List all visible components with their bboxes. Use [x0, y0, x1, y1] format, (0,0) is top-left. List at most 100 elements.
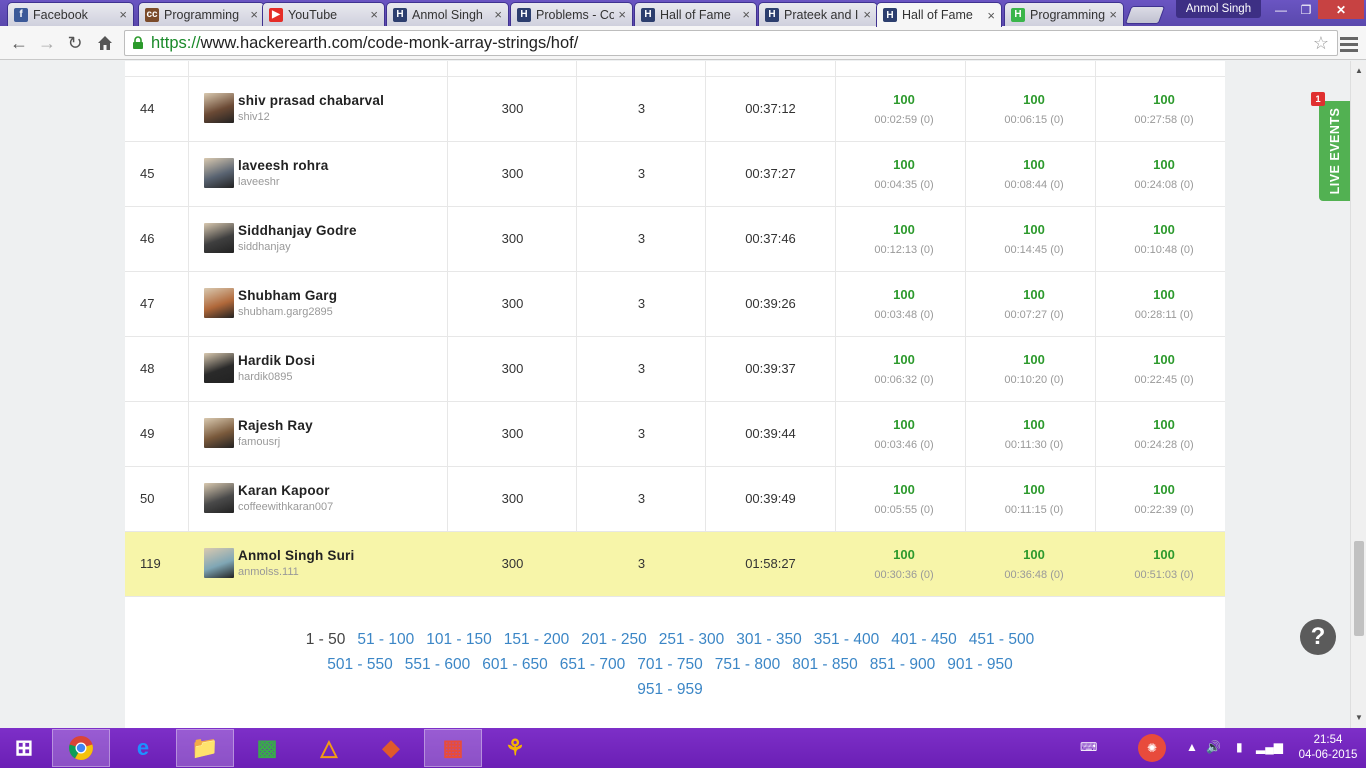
page-link[interactable]: 351 - 400	[814, 631, 880, 648]
problem-score: 100	[893, 482, 915, 497]
page-link[interactable]: 101 - 150	[426, 631, 492, 648]
page-link[interactable]: 901 - 950	[947, 656, 1013, 673]
avatar[interactable]	[204, 223, 234, 253]
tab-9[interactable]: H Programming ×	[1004, 2, 1124, 26]
tab-3[interactable]: ▶ YouTube ×	[262, 2, 385, 26]
tab-7[interactable]: H Prateek and I ×	[758, 2, 878, 26]
tab-label: Hall of Fame	[660, 7, 731, 22]
home-button[interactable]	[92, 30, 118, 56]
page-link[interactable]: 801 - 850	[792, 656, 858, 673]
help-button[interactable]: ?	[1300, 619, 1336, 655]
page-link[interactable]: 51 - 100	[357, 631, 414, 648]
user-handle: siddhanjay	[238, 241, 291, 253]
page-link[interactable]: 151 - 200	[504, 631, 570, 648]
rank-cell: 49	[140, 426, 155, 441]
close-tab-icon[interactable]: ×	[742, 7, 750, 22]
problem-time: 00:03:48 (0)	[874, 309, 934, 321]
close-tab-icon[interactable]: ×	[1109, 7, 1117, 22]
page-link[interactable]: 301 - 350	[736, 631, 802, 648]
total-time-cell: 00:37:12	[745, 101, 796, 116]
home-icon	[98, 36, 112, 50]
close-tab-icon[interactable]: ×	[618, 7, 626, 22]
battery-icon[interactable]: ▮	[1236, 740, 1243, 754]
user-name-link[interactable]: Hardik Dosi	[238, 353, 315, 368]
vlc-icon[interactable]: △	[300, 729, 358, 767]
close-tab-icon[interactable]: ×	[370, 7, 378, 22]
scroll-up-arrow-icon[interactable]: ▲	[1355, 66, 1363, 75]
tray-app-icon[interactable]: ✺	[1138, 734, 1166, 762]
page-link[interactable]: 751 - 800	[715, 656, 781, 673]
tab-2[interactable]: cc Programming ×	[138, 2, 265, 26]
avatar[interactable]	[204, 353, 234, 383]
file-explorer-icon[interactable]: 📁	[176, 729, 234, 767]
git-icon[interactable]: ◆	[362, 729, 420, 767]
tab-5[interactable]: H Problems - Co ×	[510, 2, 633, 26]
page-link[interactable]: 401 - 450	[891, 631, 957, 648]
close-window-button[interactable]: ✕	[1318, 0, 1364, 19]
user-name-link[interactable]: Anmol Singh Suri	[238, 548, 354, 563]
close-tab-icon[interactable]: ×	[119, 7, 127, 22]
address-bar[interactable]: https://www.hackerearth.com/code-monk-ar…	[124, 30, 1338, 56]
windows-start-icon[interactable]: ⊞	[0, 729, 48, 767]
page-link[interactable]: 851 - 900	[870, 656, 936, 673]
windows-store-icon[interactable]: ▩	[238, 729, 296, 767]
avatar[interactable]	[204, 93, 234, 123]
minimize-button[interactable]: —	[1266, 0, 1296, 19]
avatar[interactable]	[204, 288, 234, 318]
user-name-link[interactable]: Shubham Garg	[238, 288, 337, 303]
scrollbar[interactable]: ▲ ▼	[1350, 61, 1366, 728]
avatar[interactable]	[204, 483, 234, 513]
forward-button[interactable]: →	[34, 30, 60, 56]
tab-8[interactable]: H Hall of Fame ×	[876, 2, 1002, 27]
page-link[interactable]: 201 - 250	[581, 631, 647, 648]
page-link[interactable]: 951 - 959	[637, 681, 703, 698]
new-tab-button[interactable]	[1124, 6, 1166, 24]
reload-button[interactable]: ↻	[62, 30, 88, 56]
avatar[interactable]	[204, 418, 234, 448]
tab-4[interactable]: H Anmol Singh ×	[386, 2, 509, 26]
tab-label: Programming	[1030, 7, 1106, 22]
page-link[interactable]: 601 - 650	[482, 656, 548, 673]
bookmark-star-icon[interactable]: ☆	[1313, 33, 1329, 54]
back-button[interactable]: ←	[6, 30, 32, 56]
live-events-tab[interactable]: LIVE EVENTS	[1319, 101, 1350, 201]
tab-1[interactable]: f Facebook ×	[7, 2, 134, 26]
table-row: 45 laveesh rohra laveeshr 300 3 00:37:27…	[125, 142, 1225, 207]
page-link[interactable]: 651 - 700	[560, 656, 626, 673]
current-page: 1 - 50	[305, 631, 346, 648]
page-link[interactable]: 451 - 500	[969, 631, 1035, 648]
close-tab-icon[interactable]: ×	[863, 7, 871, 22]
system-clock[interactable]: 21:54 04-06-2015	[1296, 733, 1360, 763]
close-tab-icon[interactable]: ×	[494, 7, 502, 22]
close-tab-icon[interactable]: ×	[987, 8, 995, 23]
avatar[interactable]	[204, 548, 234, 578]
profile-button[interactable]: Anmol Singh	[1176, 0, 1261, 18]
chrome-menu-button[interactable]	[1340, 34, 1358, 52]
user-name-link[interactable]: Karan Kapoor	[238, 483, 330, 498]
scroll-down-arrow-icon[interactable]: ▼	[1355, 713, 1363, 722]
user-name-link[interactable]: laveesh rohra	[238, 158, 328, 173]
page-link[interactable]: 701 - 750	[637, 656, 703, 673]
page-link[interactable]: 551 - 600	[405, 656, 471, 673]
clock-time: 21:54	[1313, 734, 1343, 746]
browser-toolbar: ← → ↻ https://www.hackerearth.com/code-m…	[0, 26, 1366, 60]
user-name-link[interactable]: Rajesh Ray	[238, 418, 313, 433]
keyboard-icon[interactable]: ⌨	[1080, 740, 1097, 754]
close-tab-icon[interactable]: ×	[250, 7, 258, 22]
tab-6[interactable]: H Hall of Fame ×	[634, 2, 757, 26]
user-name-link[interactable]: shiv prasad chabarval	[238, 93, 384, 108]
hackerearth-icon: H	[517, 7, 531, 22]
chrome-icon[interactable]	[52, 729, 110, 767]
winrar-icon[interactable]: ▦	[424, 729, 482, 767]
page-link[interactable]: 251 - 300	[659, 631, 725, 648]
show-hidden-icons-icon[interactable]: ▲	[1186, 740, 1198, 754]
user-name-link[interactable]: Siddhanjay Godre	[238, 223, 357, 238]
maximize-button[interactable]: ❐	[1296, 0, 1316, 19]
internet-explorer-icon[interactable]: e	[114, 729, 172, 767]
page-link[interactable]: 501 - 550	[327, 656, 393, 673]
network-signal-icon[interactable]: ▂▄▆	[1256, 740, 1283, 754]
paint-icon[interactable]: ⚘	[486, 729, 544, 767]
scrollbar-thumb[interactable]	[1354, 541, 1364, 636]
volume-icon[interactable]: 🔊	[1206, 740, 1221, 754]
avatar[interactable]	[204, 158, 234, 188]
